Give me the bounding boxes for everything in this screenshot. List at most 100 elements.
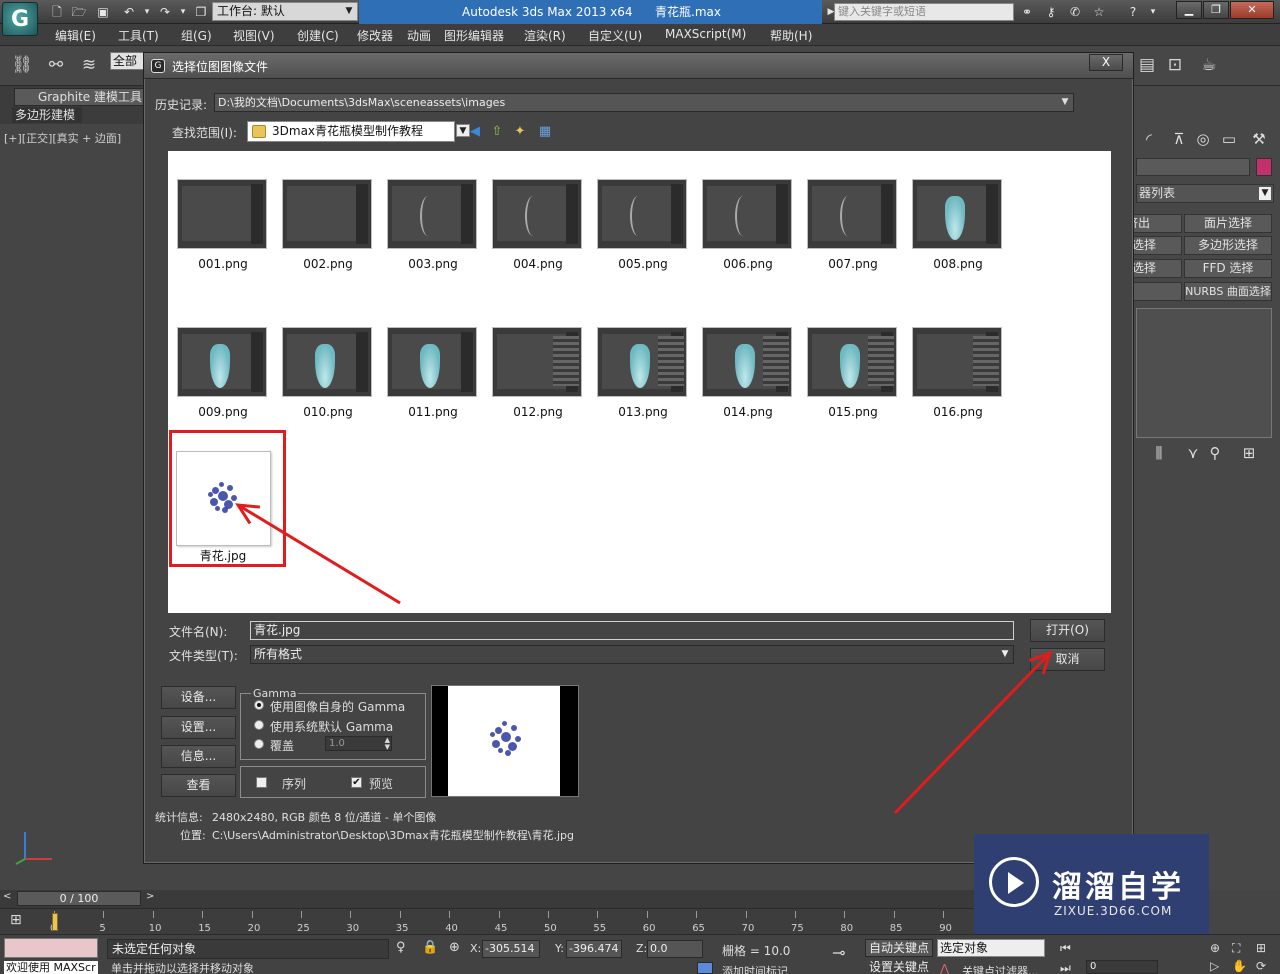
render-frame-icon[interactable]: ⊡ — [1162, 52, 1188, 78]
fov-icon[interactable]: ▷ — [1210, 959, 1219, 973]
minimize-icon[interactable]: ▁ — [1176, 1, 1202, 19]
track-bar[interactable]: ⊞ 051015202530354045505560657075808590 — [0, 908, 980, 934]
restore-icon[interactable]: ❐ — [1203, 1, 1229, 19]
file-item[interactable]: 012.png — [483, 299, 583, 419]
open-button[interactable]: 打开(O) — [1030, 619, 1105, 642]
viewport-label[interactable]: [+][正交][真实 + 边面] — [4, 130, 121, 146]
auto-key-button[interactable]: 自动关键点 — [865, 939, 933, 957]
search-input[interactable]: 键入关键字或短语 — [834, 3, 1014, 21]
time-slider[interactable]: 0 / 100 — [17, 891, 141, 906]
file-item[interactable]: 006.png — [693, 151, 793, 271]
hierarchy-tab-icon[interactable]: ⊼ — [1168, 128, 1190, 150]
menu-maxscript[interactable]: MAXScript(M) — [665, 27, 746, 41]
close-icon[interactable]: ✕ — [1230, 1, 1274, 19]
file-item[interactable]: 005.png — [588, 151, 688, 271]
binoculars-icon[interactable]: ⚭ — [1018, 3, 1036, 21]
next-frame-icon[interactable]: > — [146, 891, 154, 902]
menu-help[interactable]: 帮助(H) — [770, 27, 812, 44]
goto-start-icon[interactable]: ⏮ — [1060, 941, 1071, 956]
dialog-close-button[interactable]: X — [1089, 54, 1123, 71]
current-frame-marker[interactable] — [52, 913, 58, 931]
orbit-icon[interactable]: ⟳ — [1256, 959, 1266, 973]
modify-tab-icon[interactable]: ◜ — [1138, 128, 1160, 150]
menu-tools[interactable]: 工具(T) — [118, 27, 159, 44]
preview-checkbox[interactable]: ✔ — [351, 777, 362, 788]
view-menu-icon[interactable]: ▦ — [536, 123, 554, 141]
menu-rendering[interactable]: 渲染(R) — [524, 27, 566, 44]
file-item[interactable]: 007.png — [798, 151, 898, 271]
key-mode-toggle-icon[interactable]: ⏭ — [1060, 961, 1071, 974]
render-setup-icon[interactable]: ▤ — [1134, 52, 1160, 78]
help-icon[interactable]: ? — [1124, 3, 1142, 21]
file-item[interactable]: 014.png — [693, 299, 793, 419]
menu-animation[interactable]: 动画 — [407, 27, 431, 44]
menu-edit[interactable]: 编辑(E) — [55, 27, 96, 44]
file-item[interactable]: 016.png — [903, 299, 1003, 419]
file-item[interactable]: 008.png — [903, 151, 1003, 271]
project-folder-icon[interactable]: ❐ — [192, 3, 210, 21]
viewport[interactable]: [+][正交][真实 + 边面] — [0, 124, 146, 890]
file-item[interactable]: 004.png — [483, 151, 583, 271]
modifier-list-dropdown[interactable]: 器列表 ▼ — [1136, 184, 1274, 203]
prev-frame-icon[interactable]: < — [3, 891, 11, 902]
info-button[interactable]: 信息... — [161, 745, 236, 768]
help-dropdown-icon[interactable]: ▾ — [1144, 3, 1162, 21]
pin-stack-icon[interactable]: ⫼ — [1148, 442, 1170, 464]
new-file-icon[interactable]: 🗋 — [48, 3, 66, 21]
add-time-tag[interactable]: 添加时间标记 — [722, 963, 788, 974]
lock-selection-icon[interactable]: 🔒 — [422, 940, 438, 955]
isolate-icon[interactable]: ♀ — [396, 940, 406, 955]
zoom-icon[interactable]: ⊕ — [1210, 941, 1220, 955]
file-item[interactable]: 015.png — [798, 299, 898, 419]
gamma-override-spinner[interactable]: 1.0 ▲ ▼ — [325, 736, 392, 751]
workspace-dropdown[interactable]: 工作台: 默认 ▼ — [212, 2, 358, 21]
object-name-field[interactable] — [1136, 158, 1250, 176]
redo-dropdown-icon[interactable]: ▾ — [174, 3, 192, 21]
maxscript-listener-mini[interactable] — [4, 938, 98, 958]
communication-icon[interactable]: ✆ — [1066, 3, 1084, 21]
file-item[interactable]: 010.png — [273, 299, 373, 419]
patch-select-button[interactable]: 面片选择 — [1184, 214, 1272, 233]
bind-spacewarp-icon[interactable]: ≋ — [76, 52, 102, 78]
menu-modifiers[interactable]: 修改器 — [357, 27, 393, 44]
menu-customize[interactable]: 自定义(U) — [588, 27, 642, 44]
gamma-override-radio[interactable] — [254, 739, 264, 749]
pan-icon[interactable]: ✋ — [1232, 959, 1247, 973]
display-tab-icon[interactable]: ▭ — [1218, 128, 1240, 150]
modifier-stack[interactable] — [1136, 308, 1272, 438]
spinner-arrows-icon[interactable]: ▲ ▼ — [385, 737, 390, 751]
object-color-swatch[interactable] — [1256, 158, 1272, 176]
file-item[interactable]: 002.png — [273, 151, 373, 271]
key-filters-button[interactable]: 关键点过滤器... — [962, 963, 1039, 974]
menu-graph-editors[interactable]: 图形编辑器 — [444, 27, 504, 44]
file-item[interactable]: 011.png — [378, 299, 478, 419]
redo-icon[interactable]: ↷ — [156, 3, 174, 21]
setup-button[interactable]: 设置... — [161, 716, 236, 739]
time-tag-icon[interactable] — [697, 962, 713, 974]
devices-button[interactable]: 设备... — [161, 686, 236, 709]
motion-tab-icon[interactable]: ◎ — [1192, 128, 1214, 150]
history-dropdown[interactable]: D:\我的文档\Documents\3dsMax\sceneassets\ima… — [214, 93, 1074, 112]
absolute-mode-icon[interactable]: ⊕ — [449, 940, 460, 955]
zoom-all-icon[interactable]: ⊞ — [1256, 941, 1266, 955]
maxscript-welcome[interactable]: 欢迎使用 MAXScr — [4, 961, 98, 974]
cancel-button[interactable]: 取消 — [1030, 648, 1105, 671]
make-unique-icon[interactable]: ⚲ — [1204, 442, 1226, 464]
file-item[interactable]: 003.png — [378, 151, 478, 271]
undo-dropdown-icon[interactable]: ▾ — [138, 3, 156, 21]
x-coordinate-field[interactable]: -305.514 — [482, 940, 540, 958]
save-icon[interactable]: ▣ — [94, 3, 112, 21]
open-file-icon[interactable]: 🗁 — [70, 3, 88, 21]
key-icon[interactable]: ⚷ — [1042, 3, 1060, 21]
lookin-dropdown[interactable]: 3Dmax青花瓶模型制作教程 ▼ — [247, 121, 470, 142]
filename-input[interactable]: 青花.jpg — [250, 621, 1014, 640]
file-item[interactable]: 013.png — [588, 299, 688, 419]
y-coordinate-field[interactable]: -396.474 — [566, 940, 622, 958]
utilities-tab-icon[interactable]: ⚒ — [1248, 128, 1270, 150]
view-button[interactable]: 查看 — [161, 774, 236, 797]
polygon-modeling-tab[interactable]: 多边形建模 — [12, 107, 82, 123]
sequence-checkbox[interactable] — [256, 777, 267, 788]
nurbs-surface-select-button[interactable]: NURBS 曲面选择 — [1184, 282, 1272, 301]
unlink-icon[interactable]: ⚯ — [43, 52, 69, 78]
key-mode-icon[interactable]: ⊸ — [832, 943, 845, 962]
